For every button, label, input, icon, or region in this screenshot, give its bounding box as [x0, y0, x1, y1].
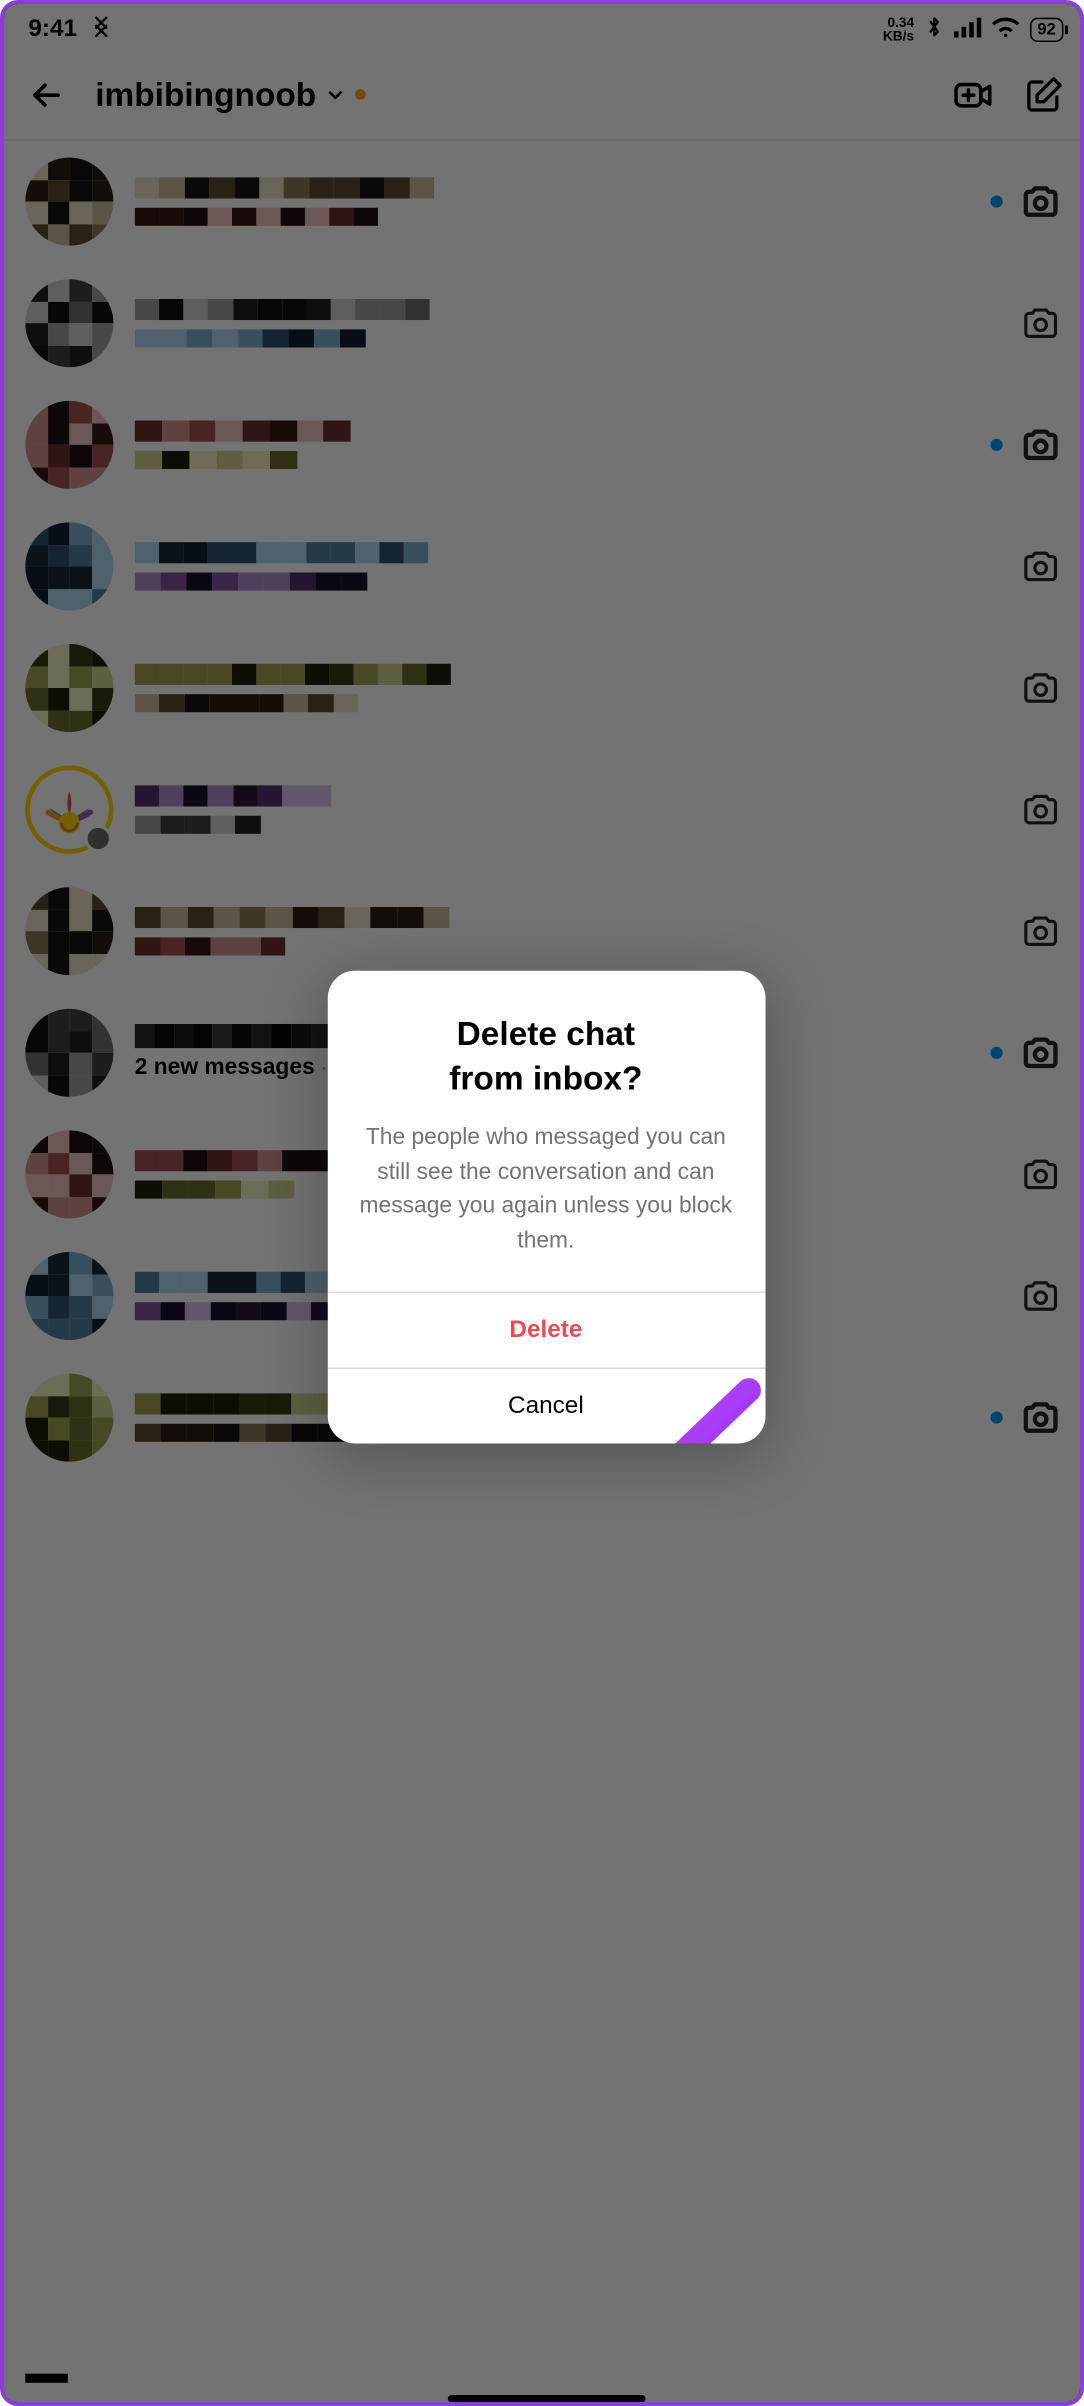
cancel-button[interactable]: Cancel — [327, 1368, 765, 1444]
screen: 9:41 0.34 KB/s — [4, 4, 1084, 2406]
delete-button[interactable]: Delete — [327, 1292, 765, 1368]
dialog-title: Delete chat from inbox? — [357, 1013, 734, 1100]
delete-chat-dialog: Delete chat from inbox? The people who m… — [327, 971, 765, 1444]
dialog-description: The people who messaged you can still se… — [357, 1121, 734, 1258]
modal-overlay[interactable]: Delete chat from inbox? The people who m… — [4, 4, 1084, 2406]
